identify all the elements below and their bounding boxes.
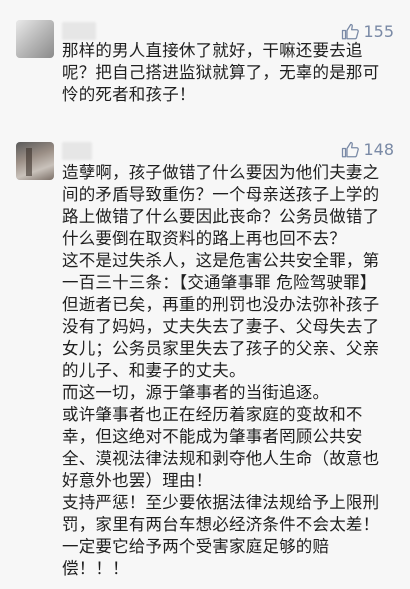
like-count: 155 [363,22,394,41]
comment-line: 支持严惩！至少要依据法律法规给予上限刑 [62,493,380,512]
comment-line: 女儿；公务员家里失去了孩子的父亲、父亲 [62,339,380,358]
like-button[interactable]: 148 [341,140,394,160]
comment-line: 造孽啊，孩子做错了什么要因为他们夫妻之 [62,163,380,182]
comment-line: 呢？把自己搭进监狱就算了，无辜的是那可 [62,63,380,82]
avatar[interactable] [16,20,54,58]
comment-line: 罚，家里有两台车想必经济条件不会太差！ [62,515,380,534]
username-blurred[interactable] [62,142,92,160]
thumbs-up-icon [342,23,360,40]
comment-line: 一百三十三条：【交通肇事罪 危险驾驶罪】 [62,273,377,292]
comment-line: 或许肇事者也正在经历着家庭的变故和不 [62,405,363,424]
comment-line: 间的矛盾导致重伤？一个母亲送孩子上学的 [62,185,380,204]
username-blurred[interactable] [62,22,96,40]
comment-line: 全、漠视法律法规和剥夺他人生命（故意也 [62,449,380,468]
comment-line: 好意外也罢）理由！ [62,471,213,490]
comment-line: 路上做错了什么要因此丧命？公务员做错了 [62,207,380,226]
comment-line: 那样的男人直接休了就好，干嘛还要去追 [62,41,363,60]
comment-text: 那样的男人直接休了就好，干嘛还要去追 呢？把自己搭进监狱就算了，无辜的是那可 怜… [62,40,402,106]
comment-line: 什么要倒在取资料的路上再也回不去？ [62,229,346,248]
thumbs-up-icon [342,141,360,158]
comment-line: 的儿子、和妻子的丈夫。 [62,361,246,380]
comment-line: 没有了妈妈，丈夫失去了妻子、父母失去了 [62,317,380,336]
avatar[interactable] [16,142,54,180]
comment-line: 一定要它给予两个受害家庭足够的赔 [62,537,330,556]
comment-line: 这不是过失杀人，这是危害公共安全罪，第 [62,251,380,270]
like-button[interactable]: 155 [341,22,394,42]
comment-line: 偿！！！ [62,559,129,578]
comment-text: 造孽啊，孩子做错了什么要因为他们夫妻之 间的矛盾导致重伤？一个母亲送孩子上学的 … [62,162,402,580]
like-count: 148 [363,140,394,159]
comment-line: 但逝者已矣，再重的刑罚也没办法弥补孩子 [62,295,380,314]
comment-line: 怜的死者和孩子！ [62,85,196,104]
comment-line: 幸，但这绝对不能成为肇事者罔顾公共安 [62,427,363,446]
comment-line: 而这一切，源于肇事者的当街追逐。 [62,383,330,402]
